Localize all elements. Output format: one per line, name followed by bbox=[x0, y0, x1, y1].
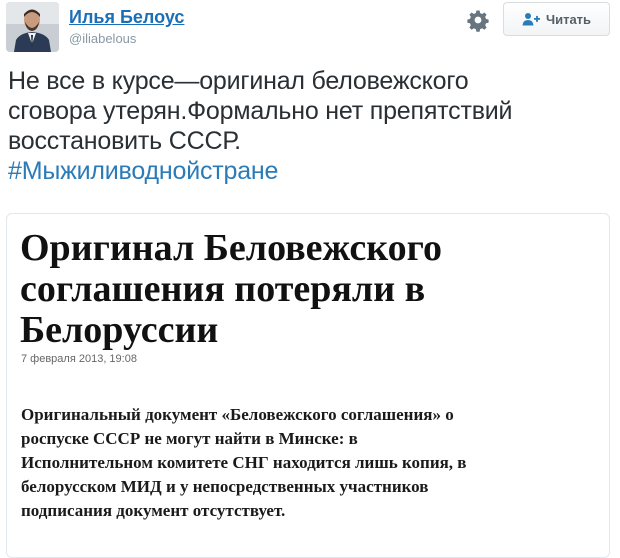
tweet-text: Не все в курсе—оригинал беловежского сго… bbox=[8, 66, 608, 186]
avatar-photo bbox=[6, 2, 59, 52]
article-title-line: соглашения потеряли в bbox=[20, 268, 426, 310]
avatar[interactable] bbox=[6, 2, 59, 52]
gear-icon[interactable] bbox=[466, 8, 490, 32]
article-title: Оригинал Беловежского соглашения потерял… bbox=[20, 228, 600, 351]
article-lead-line: роспуске СССР не могут найти в Минске: в bbox=[21, 429, 358, 448]
follow-person-icon bbox=[522, 13, 540, 26]
author-handle[interactable]: @iliabelous bbox=[69, 31, 136, 47]
article-title-line: Белоруссии bbox=[20, 309, 219, 351]
article-lead-line: подписания документ отсутствует. bbox=[21, 501, 286, 520]
tweet-text-line: восстановить СССР. bbox=[8, 127, 241, 155]
tweet-header: Илья Белоус @iliabelous Читать bbox=[0, 0, 620, 60]
article-lead: Оригинальный документ «Беловежского согл… bbox=[21, 403, 601, 523]
tweet-text-line: Не все в курсе—оригинал беловежского bbox=[8, 67, 469, 95]
follow-button-label: Читать bbox=[545, 11, 592, 27]
tweet-text-line: сговора утерян.Формально нет препятствий bbox=[8, 97, 513, 125]
author-name[interactable]: Илья Белоус bbox=[69, 6, 184, 28]
article-title-line: Оригинал Беловежского bbox=[20, 227, 442, 269]
follow-button[interactable]: Читать bbox=[503, 2, 610, 36]
article-lead-line: белорусском МИД и у непосредственных уча… bbox=[21, 477, 429, 496]
article-lead-line: Оригинальный документ «Беловежского согл… bbox=[21, 405, 454, 424]
article-lead-line: Исполнительном комитете СНГ находится ли… bbox=[21, 453, 467, 472]
hashtag-link[interactable]: #Мыжиливоднойстране bbox=[8, 156, 608, 186]
article-date: 7 февраля 2013, 19:08 bbox=[21, 353, 137, 365]
article-card[interactable]: Оригинал Беловежского соглашения потерял… bbox=[6, 213, 610, 558]
